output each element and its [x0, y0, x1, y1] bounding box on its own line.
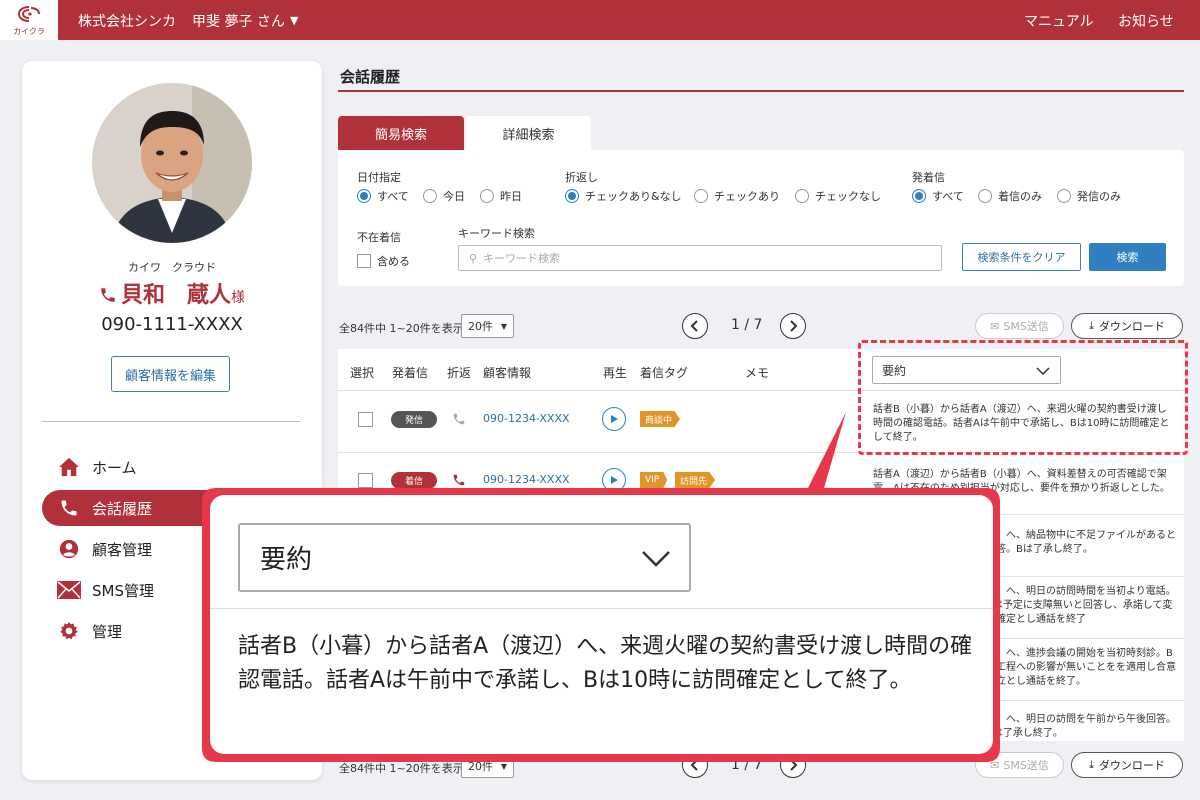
callout-summary-select[interactable]: 要約	[238, 523, 691, 592]
callout-summary-text: 話者B（小暮）から話者A（渡辺）へ、来週火曜の契約書受け渡し時間の確認電話。話者…	[238, 634, 973, 693]
callout-divider	[210, 608, 993, 609]
chevron-down-icon	[642, 551, 670, 567]
callout-panel: 要約 話者B（小暮）から話者A（渡辺）へ、来週火曜の契約書受け渡し時間の確認電話…	[210, 495, 993, 754]
callout-select-value: 要約	[260, 545, 313, 575]
